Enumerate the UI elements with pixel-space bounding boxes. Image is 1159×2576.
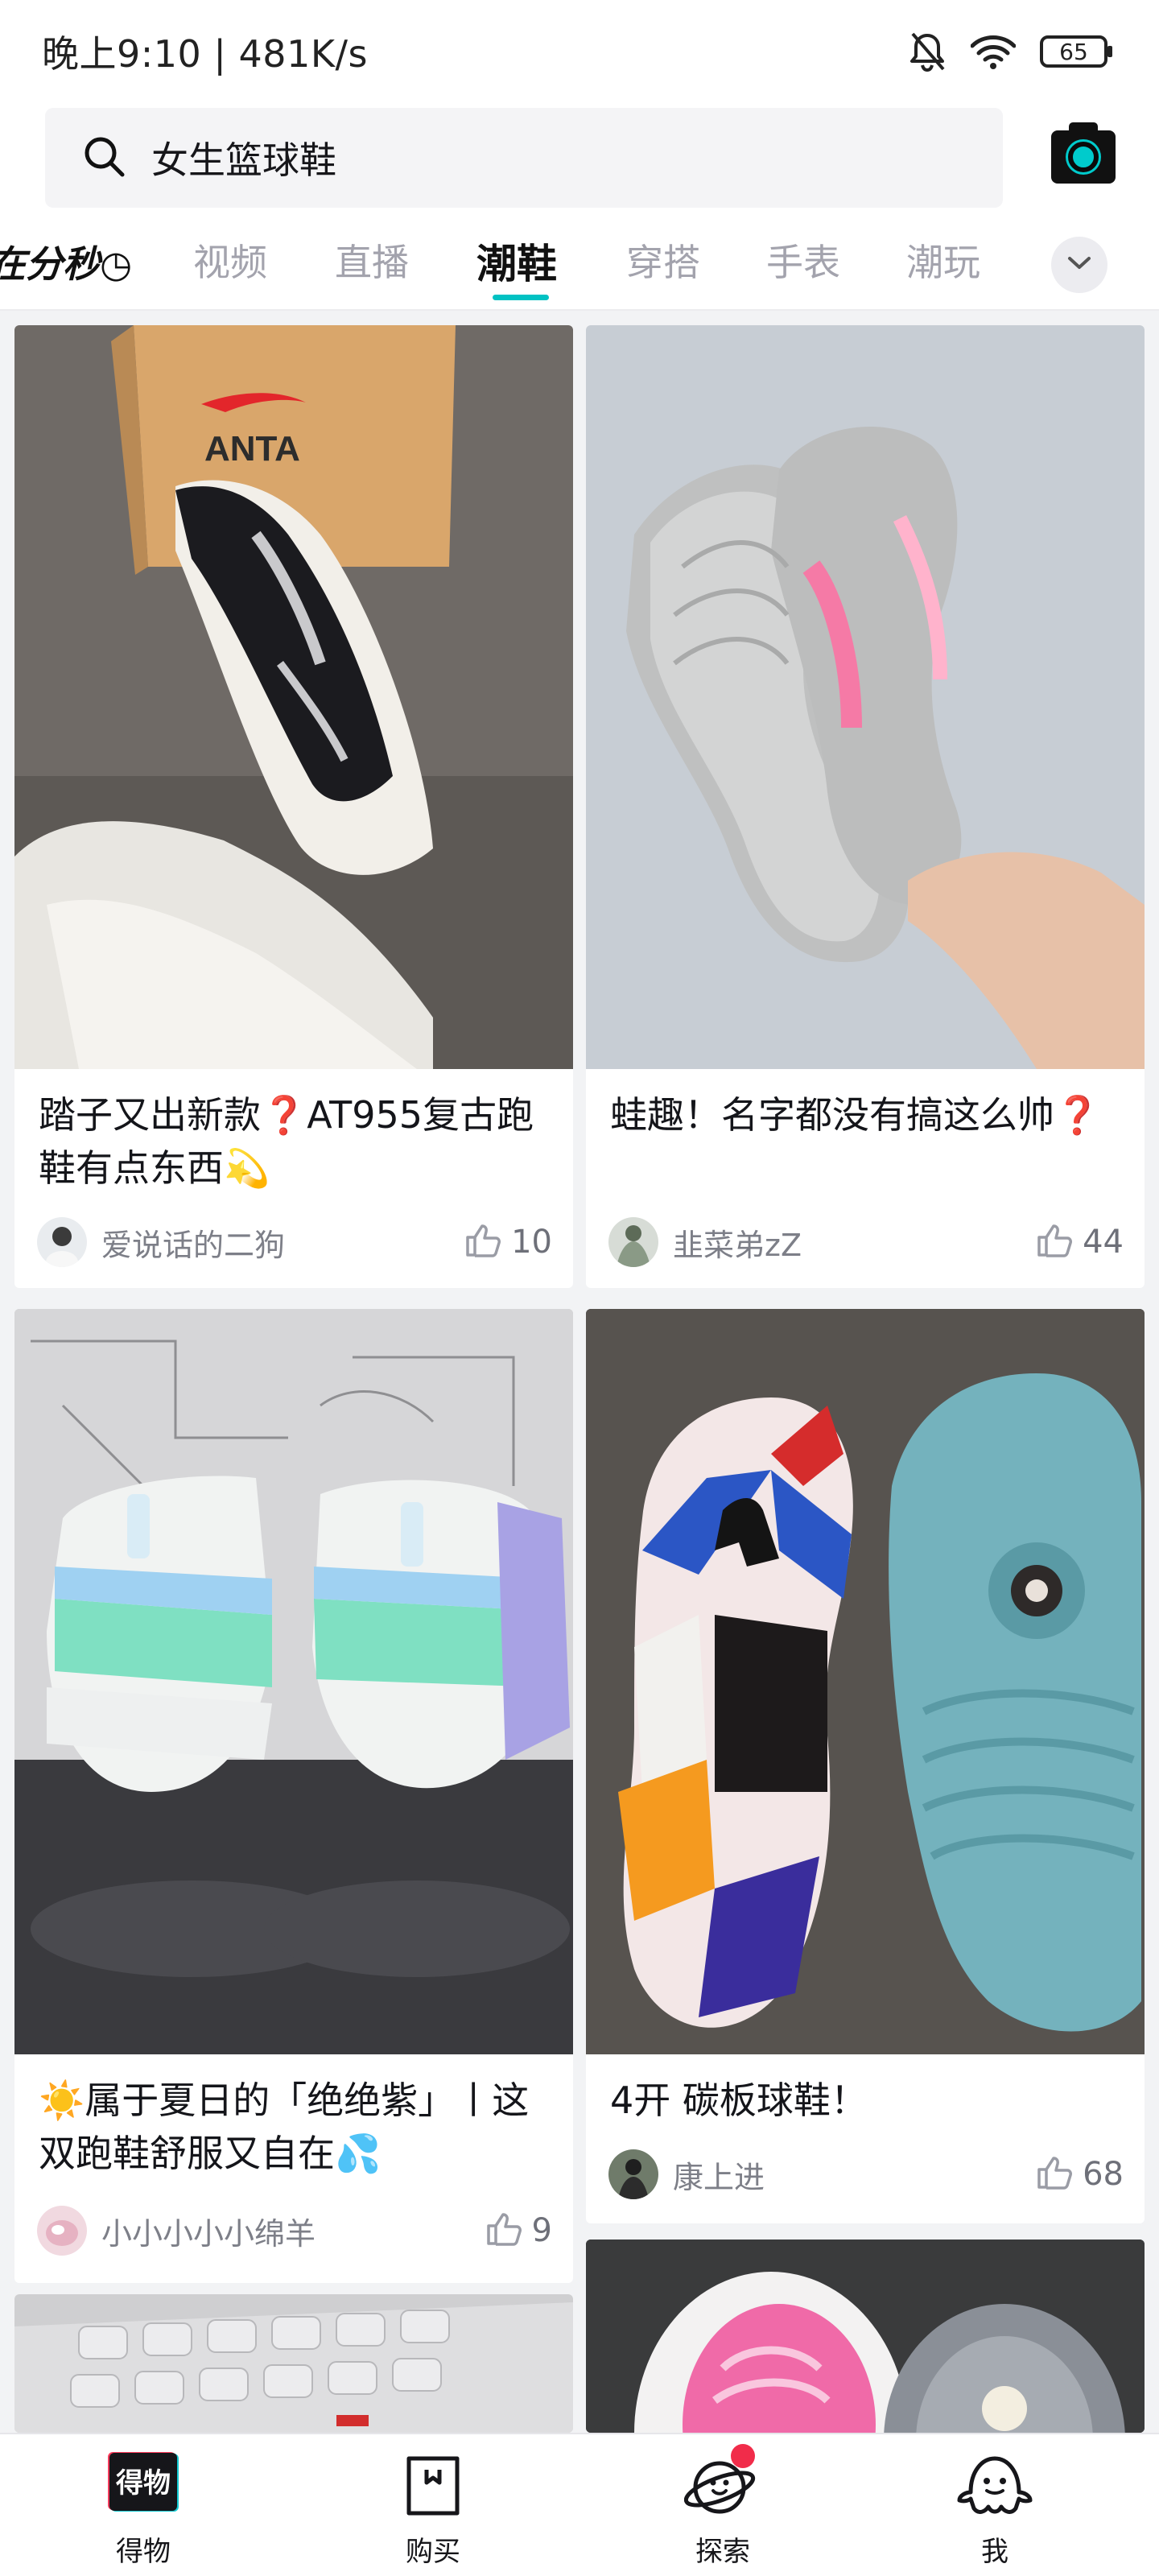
post-image[interactable]: ANTA xyxy=(14,325,573,1069)
post-meta: 爱说话的二狗 10 xyxy=(37,1216,552,1269)
thumbs-up-icon xyxy=(1036,1223,1073,1261)
search-icon xyxy=(82,134,126,181)
svg-text:得物: 得物 xyxy=(115,2467,171,2500)
notification-badge xyxy=(731,2444,755,2468)
camera-icon xyxy=(1068,142,1099,172)
tab-flash-sale[interactable]: 在分秒◷ xyxy=(0,235,132,288)
search-bar[interactable]: 女生篮球鞋 xyxy=(45,108,1003,208)
tab-video[interactable]: 视频 xyxy=(193,233,267,287)
post-meta: 韭菜弟zZ 44 xyxy=(608,1216,1124,1269)
tab-live[interactable]: 直播 xyxy=(335,233,409,287)
feed-card[interactable]: 蛙趣！名字都没有搞这么帅❓ 韭菜弟zZ 44 xyxy=(586,325,1145,1288)
post-title: 踏子又出新款❓AT955复古跑鞋有点东西💫 xyxy=(39,1093,534,1190)
post-image[interactable] xyxy=(586,325,1145,1069)
camera-search-button[interactable] xyxy=(1051,122,1116,184)
feed-card[interactable]: ANTA 踏子又出新款❓AT955复古跑鞋有点东西💫 爱说话的二狗 10 xyxy=(14,325,573,1288)
post-image[interactable] xyxy=(586,2240,1145,2433)
post-title: ☀️属于夏日的「绝绝紫」丨这双跑鞋舒服又自在💦 xyxy=(39,2079,530,2175)
status-icons: 65 xyxy=(908,31,1114,72)
like-button[interactable]: 10 xyxy=(464,1223,552,1261)
mute-bell-icon xyxy=(908,31,947,72)
battery-level: 65 xyxy=(1059,39,1088,65)
ghost-avatar-icon xyxy=(955,2450,1035,2523)
author-name[interactable]: 小小小小小绵羊 xyxy=(101,2209,485,2253)
shopping-bag-icon xyxy=(401,2450,465,2521)
nav-buy[interactable]: 购买 xyxy=(361,2434,505,2576)
nav-label: 我 xyxy=(981,2536,1008,2568)
tab-watch[interactable]: 手表 xyxy=(766,233,840,287)
author-name[interactable]: 康上进 xyxy=(673,2153,1036,2197)
feed-card[interactable] xyxy=(14,2294,573,2433)
thumbs-up-icon xyxy=(1036,2155,1073,2194)
author-name[interactable]: 韭菜弟zZ xyxy=(673,1220,1036,1265)
battery-icon: 65 xyxy=(1040,35,1114,68)
svg-text:ANTA: ANTA xyxy=(204,429,300,469)
author-avatar[interactable] xyxy=(37,2206,87,2256)
author-name[interactable]: 爱说话的二狗 xyxy=(101,1220,464,1265)
post-image[interactable] xyxy=(14,2294,573,2433)
like-count: 68 xyxy=(1083,2156,1124,2193)
like-count: 44 xyxy=(1083,1224,1124,1261)
author-avatar[interactable] xyxy=(608,1217,658,1267)
author-avatar[interactable] xyxy=(608,2149,658,2199)
post-image[interactable] xyxy=(586,1309,1145,2054)
tab-toys[interactable]: 潮玩 xyxy=(906,233,980,287)
search-query: 女生篮球鞋 xyxy=(151,138,336,182)
status-time-speed: 晚上9:10 | 481K/s xyxy=(42,32,368,76)
more-tabs-button[interactable] xyxy=(1051,237,1107,293)
thumbs-up-icon xyxy=(485,2211,522,2250)
post-title: 蛙趣！名字都没有搞这么帅❓ xyxy=(610,1093,1101,1137)
nav-label: 得物 xyxy=(116,2536,171,2568)
post-image[interactable] xyxy=(14,1309,573,2054)
thumbs-up-icon xyxy=(464,1223,501,1261)
tab-sneakers[interactable]: 潮鞋 xyxy=(476,232,557,290)
nav-label: 购买 xyxy=(406,2536,460,2568)
camera-icon-top xyxy=(1069,122,1098,134)
like-count: 9 xyxy=(531,2212,552,2249)
like-button[interactable]: 68 xyxy=(1036,2155,1124,2194)
author-avatar[interactable] xyxy=(37,1217,87,1267)
category-tabs: 在分秒◷ 视频 直播 潮鞋 穿搭 手表 潮玩 xyxy=(0,214,1159,311)
feed-card[interactable]: 4开 碳板球鞋！ 康上进 68 xyxy=(586,1309,1145,2223)
nav-me[interactable]: 我 xyxy=(922,2434,1067,2576)
search-header: 女生篮球鞋 xyxy=(0,103,1159,214)
feed-card[interactable]: ☀️属于夏日的「绝绝紫」丨这双跑鞋舒服又自在💦 小小小小小绵羊 9 xyxy=(14,1309,573,2283)
like-button[interactable]: 44 xyxy=(1036,1223,1124,1261)
nav-dewu[interactable]: 得物 得物 xyxy=(71,2434,216,2576)
chevron-down-icon xyxy=(1067,255,1091,275)
tab-outfit[interactable]: 穿搭 xyxy=(626,233,700,287)
post-meta: 康上进 68 xyxy=(608,2148,1124,2201)
bottom-navigation: 得物 得物 购买 探索 我 xyxy=(0,2433,1159,2576)
active-tab-indicator xyxy=(493,295,549,300)
like-button[interactable]: 9 xyxy=(485,2211,552,2250)
nav-explore[interactable]: 探索 xyxy=(650,2434,795,2576)
like-count: 10 xyxy=(511,1224,552,1261)
nav-label: 探索 xyxy=(695,2536,750,2568)
status-bar: 晚上9:10 | 481K/s 65 xyxy=(0,0,1159,103)
wifi-icon xyxy=(971,33,1016,70)
dewu-logo-icon: 得物 xyxy=(106,2450,180,2518)
feed-card[interactable] xyxy=(586,2240,1145,2433)
post-meta: 小小小小小绵羊 9 xyxy=(37,2204,552,2257)
post-title: 4开 碳板球鞋！ xyxy=(610,2079,868,2122)
